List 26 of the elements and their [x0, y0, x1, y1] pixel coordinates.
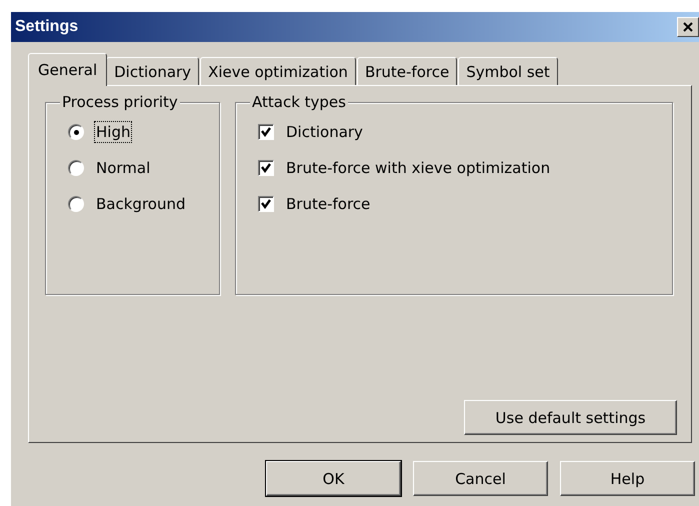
group-title: Process priority [60, 93, 180, 111]
radio-button[interactable] [68, 124, 84, 140]
tab[interactable]: Brute-force [356, 57, 458, 85]
checkbox-label: Brute-force with xieve optimization [285, 158, 552, 179]
dialog-button[interactable]: Cancel [413, 461, 548, 496]
tab[interactable]: General [28, 53, 108, 86]
checkbox[interactable] [258, 196, 274, 212]
tab[interactable]: Dictionary [106, 57, 200, 85]
window-title: Settings [15, 18, 78, 36]
close-button[interactable] [677, 17, 699, 37]
tab[interactable]: Symbol set [458, 57, 558, 85]
radio-label: Normal [95, 158, 152, 179]
dialog-button[interactable]: Help [560, 461, 695, 496]
checkbox[interactable] [258, 124, 274, 140]
dialog-button[interactable]: OK [266, 461, 401, 496]
default-settings-button[interactable]: Use default settings [464, 400, 677, 435]
checkbox[interactable] [258, 160, 274, 176]
close-icon [683, 22, 693, 32]
radio-label: High [94, 121, 132, 143]
radio-button[interactable] [68, 196, 84, 212]
group-title: Attack types [250, 93, 348, 111]
tab[interactable]: Xieve optimization [200, 57, 356, 85]
radio-button[interactable] [68, 160, 84, 176]
checkbox-label: Dictionary [285, 122, 364, 143]
checkbox-label: Brute-force [285, 194, 372, 215]
radio-label: Background [95, 194, 186, 215]
